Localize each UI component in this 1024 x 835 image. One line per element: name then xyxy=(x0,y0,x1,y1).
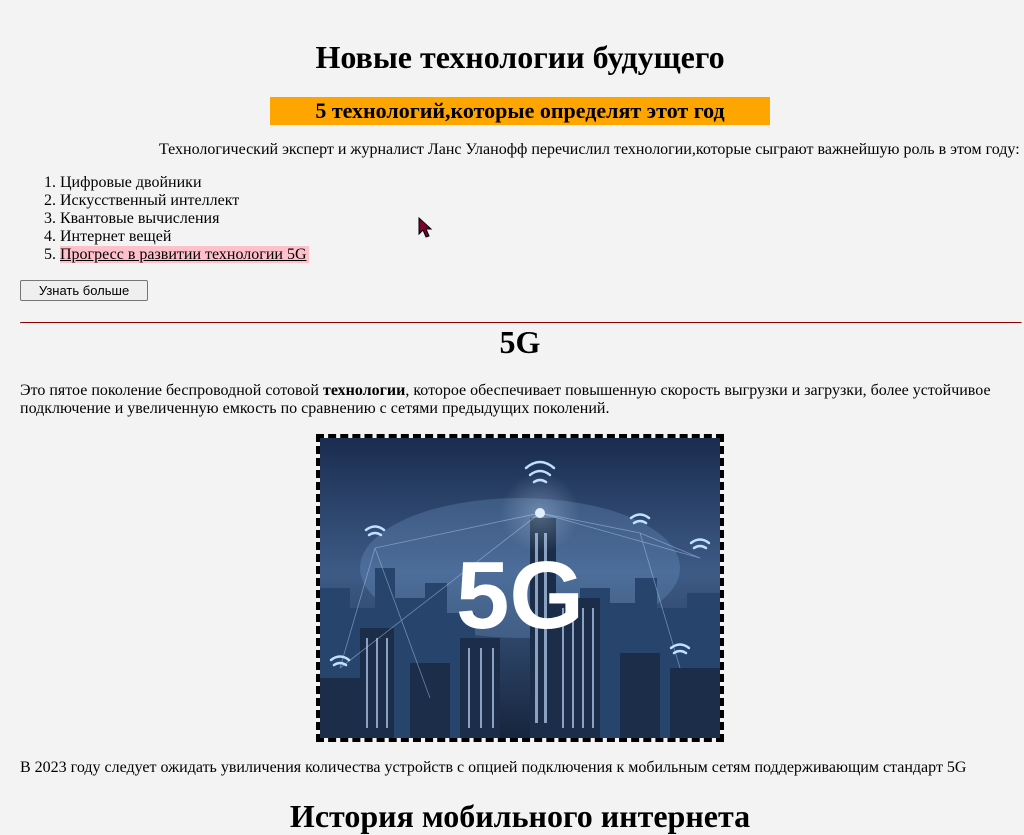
5g-description-text: Это пятое поколение беспроводной сотовой xyxy=(20,382,323,399)
5g-description: Это пятое поколение беспроводной сотовой… xyxy=(20,382,1020,418)
intro-text: Технологический эксперт и журналист Ланс… xyxy=(159,141,1020,158)
list-item: Цифровые двойники xyxy=(60,174,309,192)
5g-progress-link[interactable]: Прогресс в развитии технологии 5G xyxy=(60,246,309,263)
technology-list: Цифровые двойники Искусственный интеллек… xyxy=(40,174,309,264)
5g-city-image: 5G xyxy=(316,434,724,742)
learn-more-button[interactable]: Узнать больше xyxy=(20,280,148,301)
list-item: Интернет вещей xyxy=(60,228,309,246)
5g-city-illustration: 5G xyxy=(320,438,720,738)
mouse-cursor-icon xyxy=(418,217,433,238)
list-item: Искусственный интеллект xyxy=(60,192,309,210)
5g-image-label: 5G xyxy=(456,542,584,649)
list-item: Квантовые вычисления xyxy=(60,210,309,228)
subtitle-banner: 5 технологий,которые определят этот год xyxy=(270,97,770,125)
5g-forecast-text: В 2023 году следует ожидать увиличения к… xyxy=(20,759,967,776)
5g-description-bold: технологии xyxy=(323,382,406,399)
list-item: Прогресс в развитии технологии 5G xyxy=(60,246,309,264)
history-heading: История мобильного интернета xyxy=(289,798,751,834)
page-title: Новые технологии будущего xyxy=(315,39,725,75)
section-heading-5g: 5G xyxy=(499,324,541,360)
